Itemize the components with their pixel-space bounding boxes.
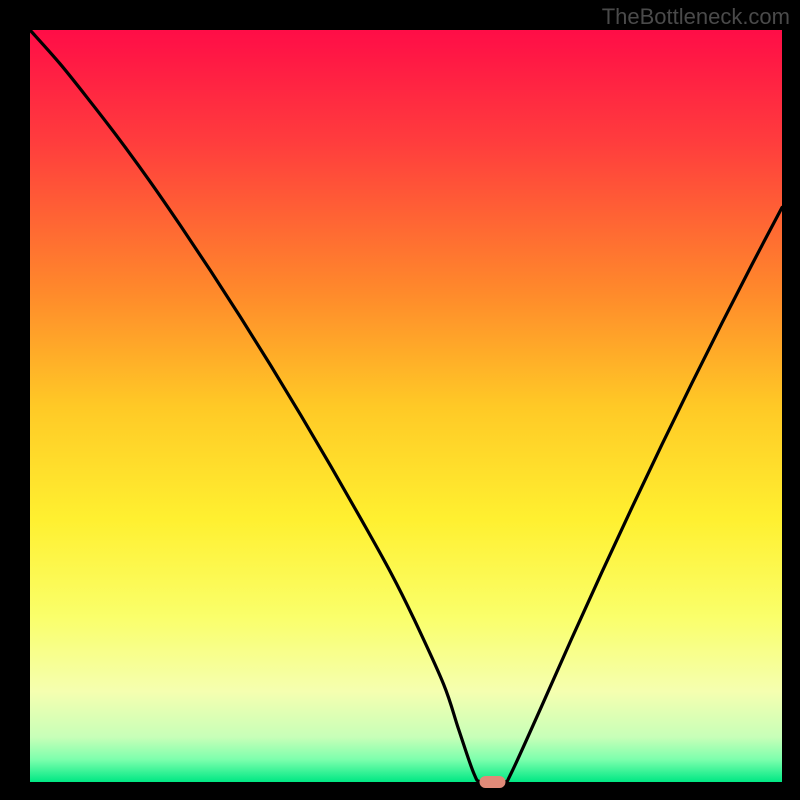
gradient-background (30, 30, 782, 782)
bottleneck-chart (0, 0, 800, 800)
optimal-marker (479, 776, 505, 788)
watermark-text: TheBottleneck.com (602, 4, 790, 30)
chart-container: TheBottleneck.com (0, 0, 800, 800)
